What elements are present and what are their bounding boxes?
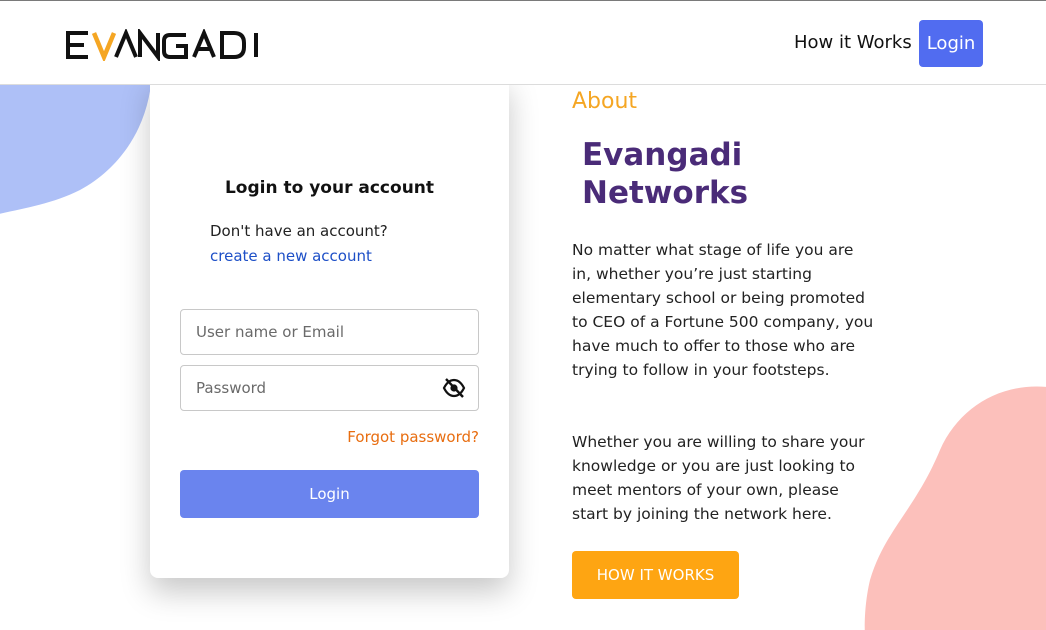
- decorative-blob-right: [864, 386, 1046, 630]
- page: How it Works Login Login to your account…: [0, 0, 1046, 630]
- login-card: Login to your account Don't have an acco…: [150, 75, 509, 578]
- about-title-line2: Networks: [582, 175, 749, 211]
- eye-off-icon[interactable]: [442, 377, 466, 399]
- nav-how-it-works-link[interactable]: How it Works: [794, 32, 912, 53]
- how-it-works-button[interactable]: HOW IT WORKS: [572, 551, 739, 599]
- top-navbar: How it Works Login: [0, 0, 1046, 85]
- about-paragraph-1: No matter what stage of life you are in,…: [572, 241, 874, 379]
- evangadi-logo[interactable]: [66, 29, 266, 61]
- create-account-link[interactable]: create a new account: [210, 247, 372, 265]
- about-title: Evangadi Networks: [582, 136, 748, 212]
- nav-login-button[interactable]: Login: [919, 20, 983, 67]
- no-account-text: Don't have an account?: [210, 222, 388, 240]
- password-input[interactable]: [180, 365, 479, 411]
- about-paragraph-2: Whether you are willing to share your kn…: [572, 433, 865, 523]
- about-label: About: [572, 89, 638, 114]
- forgot-password-link[interactable]: Forgot password?: [347, 428, 479, 446]
- login-submit-button[interactable]: Login: [180, 470, 479, 518]
- username-email-input[interactable]: [180, 309, 479, 355]
- login-card-title: Login to your account: [224, 178, 435, 198]
- about-title-line1: Evangadi: [582, 137, 743, 173]
